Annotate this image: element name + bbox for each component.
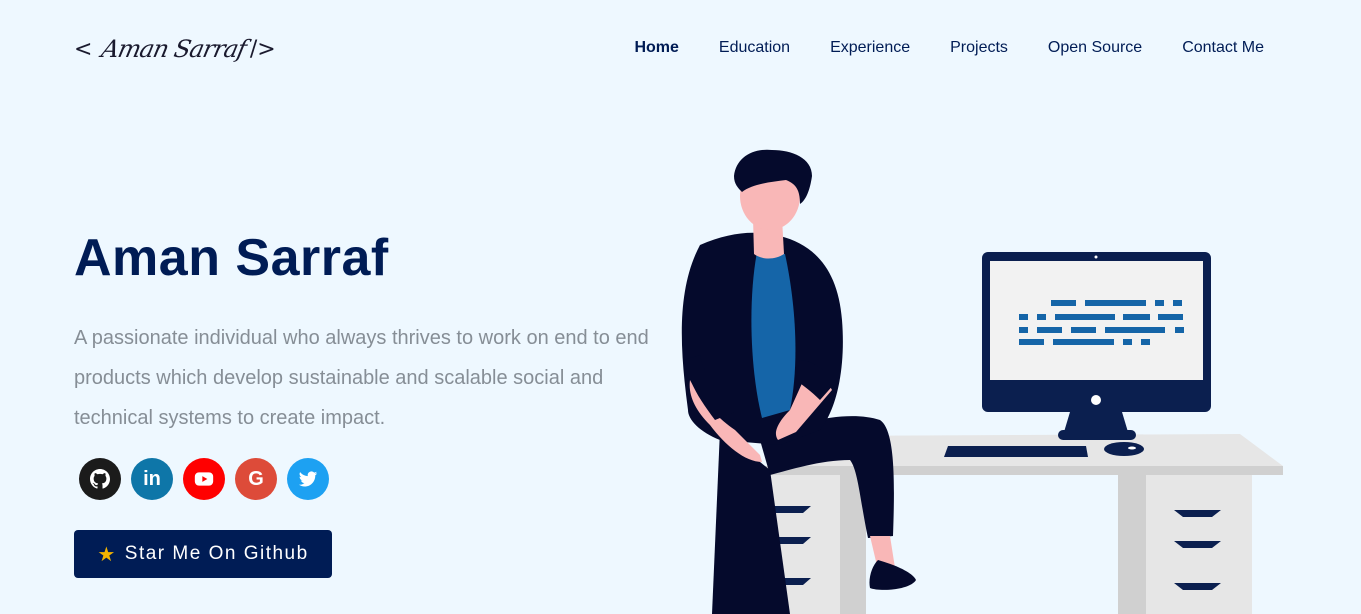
developer-desk-illustration (681, 149, 1283, 614)
mouse (1104, 442, 1144, 456)
keyboard (944, 446, 1088, 457)
monitor (982, 252, 1211, 440)
